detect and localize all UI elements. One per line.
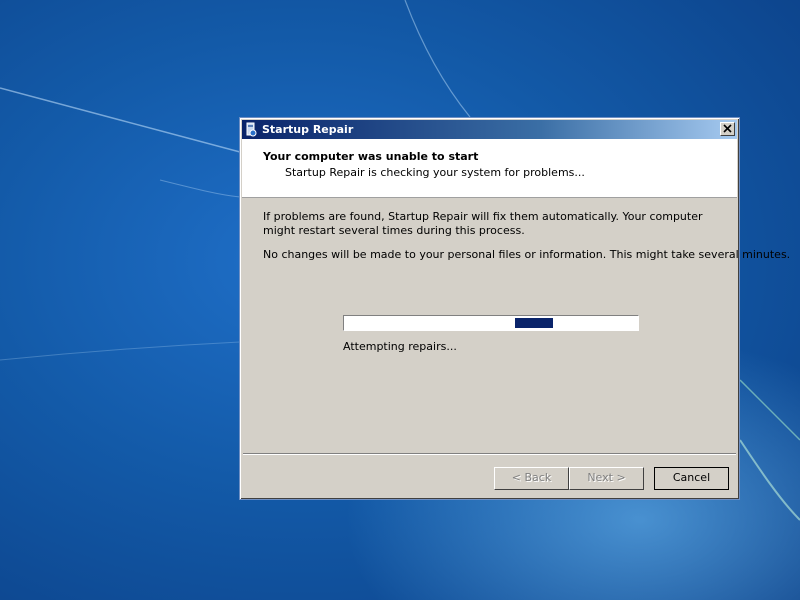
startup-repair-icon xyxy=(246,122,257,137)
progress-status: Attempting repairs... xyxy=(343,340,457,353)
header-title: Your computer was unable to start xyxy=(263,150,479,163)
next-button[interactable]: Next > xyxy=(569,467,644,490)
info-paragraph-fixes: If problems are found, Startup Repair wi… xyxy=(263,210,703,237)
title-bar[interactable]: Startup Repair xyxy=(242,120,737,139)
cancel-button[interactable]: Cancel xyxy=(654,467,729,490)
info-paragraph-no-changes: No changes will be made to your personal… xyxy=(263,248,791,261)
footer-divider xyxy=(243,453,736,455)
header-subtitle: Startup Repair is checking your system f… xyxy=(285,166,585,179)
close-icon xyxy=(723,124,732,133)
startup-repair-dialog: Startup Repair Your computer was unable … xyxy=(239,117,791,500)
progress-bar xyxy=(343,315,639,331)
progress-marquee-indicator xyxy=(515,318,553,328)
header-panel: Your computer was unable to start Startu… xyxy=(242,139,737,198)
back-button[interactable]: < Back xyxy=(494,467,569,490)
window-title: Startup Repair xyxy=(262,123,354,136)
close-button[interactable] xyxy=(720,122,735,136)
